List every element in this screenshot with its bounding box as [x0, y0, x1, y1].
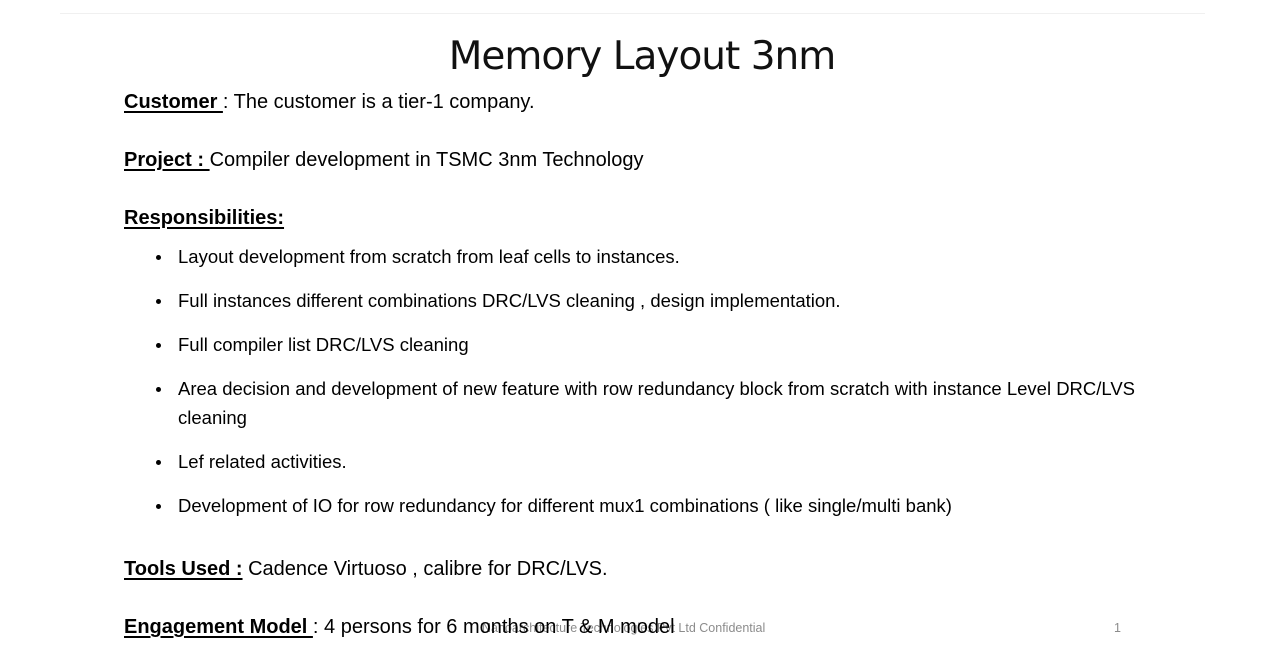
tools-label: Tools Used : [124, 558, 243, 580]
responsibilities-label: Responsibilities: [124, 207, 285, 229]
bullet-icon [156, 504, 161, 509]
project-label: Project : [124, 149, 210, 171]
tools-line: Tools Used : Cadence Virtuoso , calibre … [124, 558, 608, 581]
slide-title: Memory Layout 3nm [448, 34, 837, 79]
bullet-icon [156, 299, 161, 304]
engagement-line: Engagement Model : 4 persons for 6 month… [124, 616, 675, 639]
project-line: Project : Compiler development in TSMC 3… [124, 149, 644, 172]
engagement-label: Engagement Model [124, 616, 313, 638]
customer-line: Customer : The customer is a tier-1 comp… [124, 91, 535, 114]
bullet-icon [156, 343, 161, 348]
list-item: Area decision and development of new fea… [155, 374, 1135, 432]
list-item: Lef related activities. [155, 447, 1135, 476]
list-item: Full instances different combinations DR… [155, 286, 1135, 315]
project-text: Compiler development in TSMC 3nm Technol… [209, 149, 644, 171]
customer-label: Customer [124, 91, 223, 113]
bullet-icon [156, 460, 161, 465]
list-item: Layout development from scratch from lea… [155, 242, 1135, 271]
list-item: Full compiler list DRC/LVS cleaning [155, 330, 1135, 359]
responsibilities-heading: Responsibilities: [124, 207, 284, 230]
bullet-icon [156, 387, 161, 392]
tools-text: Cadence Virtuoso , calibre for DRC/LVS. [242, 558, 608, 580]
engagement-text: : 4 persons for 6 months on T & M model [312, 616, 675, 638]
responsibilities-list: Layout development from scratch from lea… [155, 242, 1135, 535]
list-item: Development of IO for row redundancy for… [155, 491, 1135, 520]
bullet-icon [156, 255, 161, 260]
footer-page-number: 1 [1114, 621, 1121, 635]
slide-top-divider [60, 13, 1205, 14]
customer-text: : The customer is a tier-1 company. [222, 91, 535, 113]
